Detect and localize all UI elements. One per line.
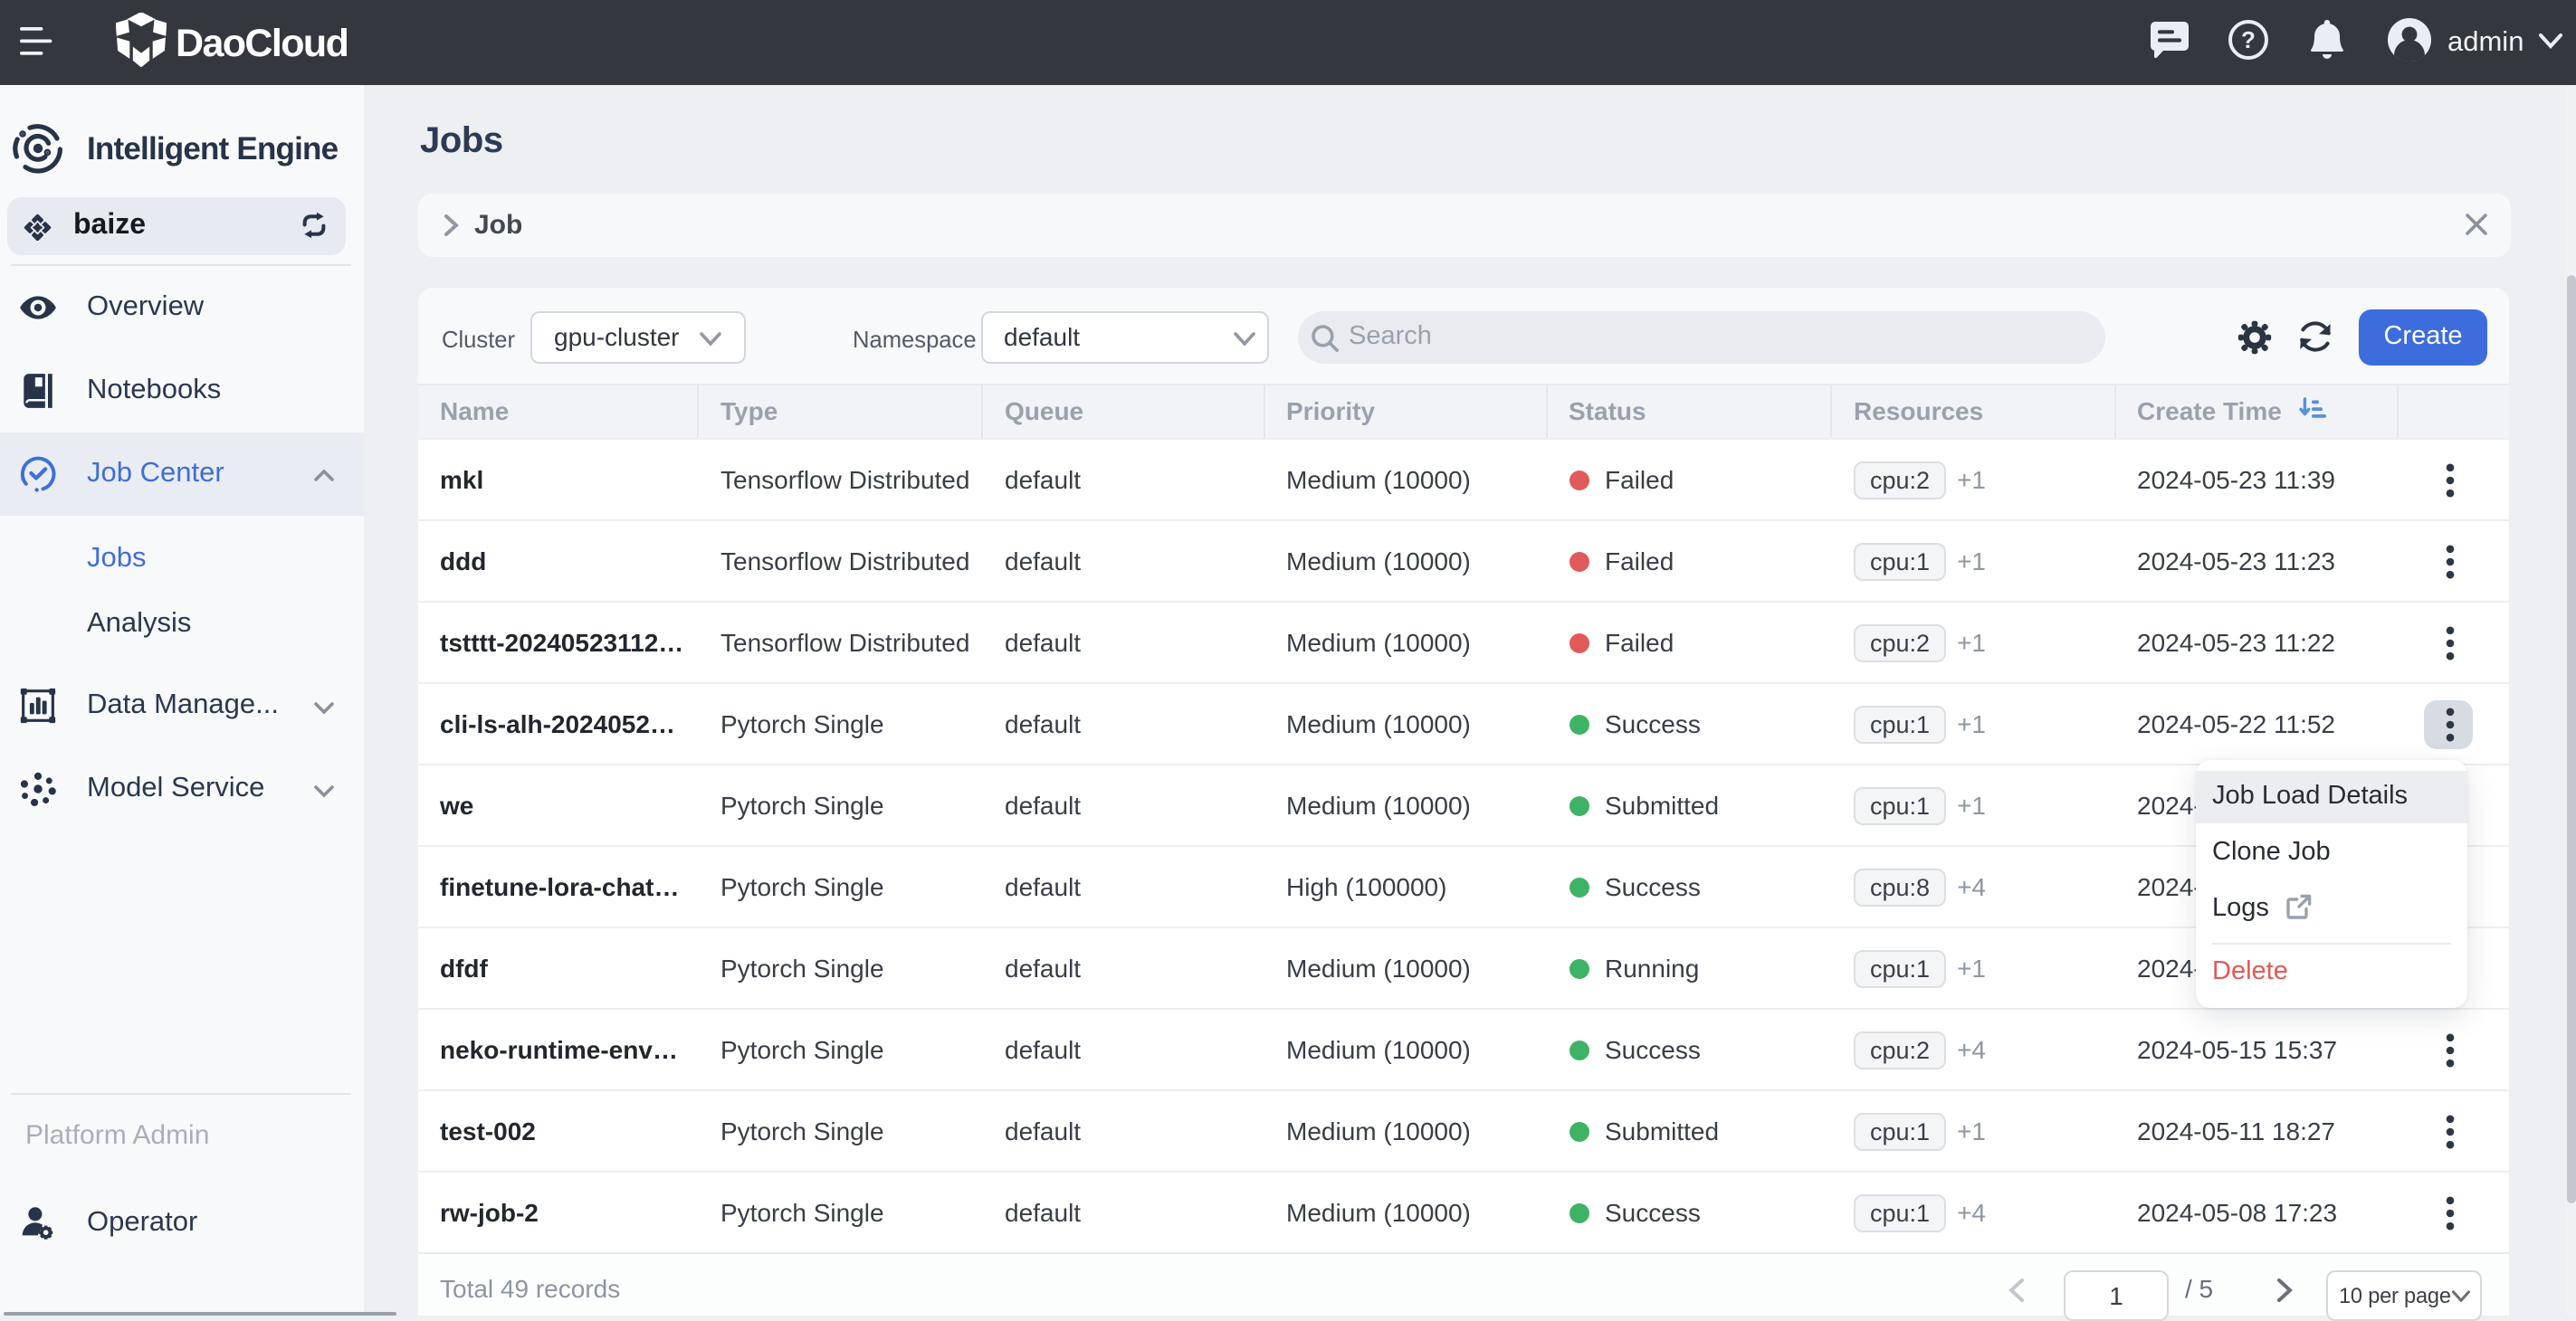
svg-text:?: ? bbox=[2241, 26, 2256, 53]
